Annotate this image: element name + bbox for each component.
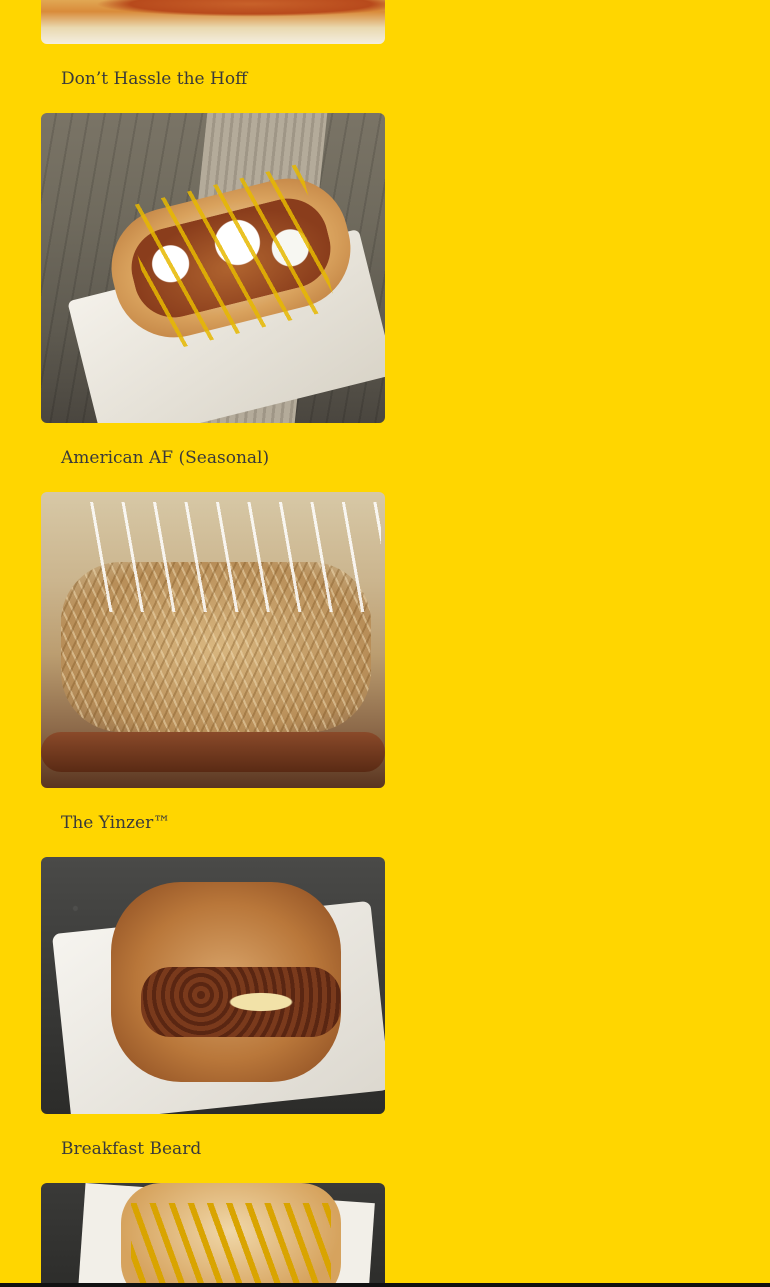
menu-photo-dont-hassle-the-hoff [41, 113, 385, 423]
menu-photo-american-af [41, 492, 385, 788]
menu-caption-breakfast-beard: Breakfast Beard [61, 1139, 202, 1159]
menu-photo-the-yinzer [41, 857, 385, 1114]
menu-photo-breakfast-beard [41, 1183, 385, 1287]
photo-sauce-drizzle [81, 502, 381, 612]
menu-photo-0 [41, 0, 385, 44]
menu-caption-the-yinzer: The Yinzer™ [61, 813, 171, 833]
photo-bacon-topping [141, 967, 341, 1037]
menu-caption-dont-hassle-the-hoff: Don’t Hassle the Hoff [61, 69, 248, 89]
menu-caption-american-af: American AF (Seasonal) [61, 448, 270, 468]
bottom-edge-bar [0, 1283, 770, 1287]
photo-sausage [41, 732, 385, 772]
photo-mustard [131, 1203, 331, 1287]
